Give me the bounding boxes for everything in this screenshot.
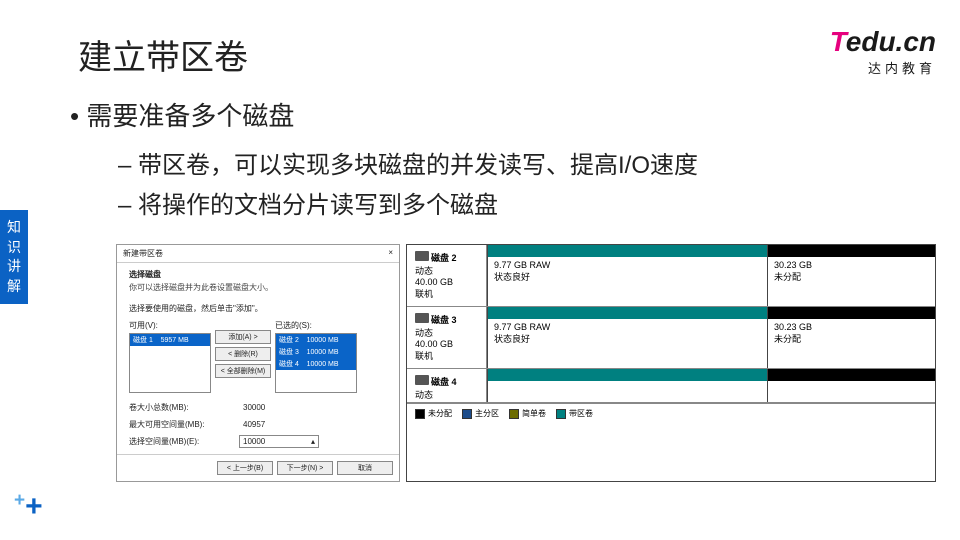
- unalloc-bar: [768, 245, 935, 257]
- spinner-icon[interactable]: ▴: [311, 437, 315, 446]
- dialog-heading: 选择磁盘: [129, 269, 387, 280]
- next-button[interactable]: 下一步(N) >: [277, 461, 333, 475]
- disk-size: 40.00 GB: [415, 277, 478, 287]
- disk-type: 动态: [415, 388, 478, 401]
- partition-unallocated[interactable]: 30.23 GB未分配: [767, 245, 935, 306]
- dialog-instruction: 选择要使用的磁盘，然后单击"添加"。: [129, 303, 387, 314]
- bullet-main: 需要准备多个磁盘: [70, 96, 294, 133]
- disk-row: 磁盘 3 动态 40.00 GB 联机 9.77 GB RAW状态良好 30.2…: [407, 307, 935, 369]
- side-tag: 知识讲解: [0, 210, 28, 304]
- brand-logo: Tedu.cn 达内教育: [830, 28, 936, 77]
- partition-unallocated[interactable]: [767, 369, 935, 402]
- disk-name: 磁盘 3: [431, 315, 457, 325]
- list-item[interactable]: 磁盘 4 10000 MB: [276, 358, 356, 370]
- max-label: 最大可用空间量(MB):: [129, 419, 239, 430]
- partition-striped[interactable]: [487, 369, 767, 402]
- disk-type: 动态: [415, 326, 478, 339]
- disk-icon: [415, 251, 429, 261]
- disk-manager: 磁盘 2 动态 40.00 GB 联机 9.77 GB RAW状态良好 30.2…: [406, 244, 936, 482]
- swatch-primary: [462, 409, 472, 419]
- disk-row: 磁盘 2 动态 40.00 GB 联机 9.77 GB RAW状态良好 30.2…: [407, 245, 935, 307]
- disk-type: 动态: [415, 264, 478, 277]
- partition-striped[interactable]: 9.77 GB RAW状态良好: [487, 245, 767, 306]
- list-item[interactable]: 磁盘 2 10000 MB: [276, 334, 356, 346]
- stripe-bar: [488, 245, 767, 257]
- close-icon[interactable]: ×: [388, 248, 393, 259]
- selected-list[interactable]: 磁盘 2 10000 MB 磁盘 3 10000 MB 磁盘 4 10000 M…: [275, 333, 357, 393]
- legend: 未分配 主分区 简单卷 带区卷: [407, 403, 935, 423]
- partition-unallocated[interactable]: 30.23 GB未分配: [767, 307, 935, 368]
- choose-label: 选择空间量(MB)(E):: [129, 436, 239, 447]
- wizard-dialog: 新建带区卷 × 选择磁盘 你可以选择磁盘并为此卷设置磁盘大小。 选择要使用的磁盘…: [116, 244, 400, 482]
- total-value: 30000: [239, 401, 319, 414]
- disk-status: 联机: [415, 349, 478, 362]
- remove-all-button[interactable]: < 全部删除(M): [215, 364, 271, 378]
- stripe-bar: [488, 369, 767, 381]
- dialog-note: 你可以选择磁盘并为此卷设置磁盘大小。: [129, 282, 387, 293]
- max-value: 40957: [239, 418, 319, 431]
- stripe-bar: [488, 307, 767, 319]
- remove-button[interactable]: < 删除(R): [215, 347, 271, 361]
- disk-status: 联机: [415, 287, 478, 300]
- total-label: 卷大小总数(MB):: [129, 402, 239, 413]
- selected-label: 已选的(S):: [275, 320, 357, 331]
- disk-name: 磁盘 2: [431, 253, 457, 263]
- unalloc-bar: [768, 369, 935, 381]
- swatch-striped: [556, 409, 566, 419]
- corner-icon: ++: [14, 490, 43, 524]
- disk-icon: [415, 375, 429, 385]
- swatch-unalloc: [415, 409, 425, 419]
- add-button[interactable]: 添加(A) >: [215, 330, 271, 344]
- slide-title: 建立带区卷: [78, 30, 248, 79]
- available-label: 可用(V):: [129, 320, 211, 331]
- disk-icon: [415, 313, 429, 323]
- swatch-simple: [509, 409, 519, 419]
- unalloc-bar: [768, 307, 935, 319]
- list-item[interactable]: 磁盘 1 5957 MB: [130, 334, 210, 346]
- prev-button[interactable]: < 上一步(B): [217, 461, 273, 475]
- partition-striped[interactable]: 9.77 GB RAW状态良好: [487, 307, 767, 368]
- disk-size: 40.00 GB: [415, 339, 478, 349]
- disk-name: 磁盘 4: [431, 377, 457, 387]
- cancel-button[interactable]: 取消: [337, 461, 393, 475]
- available-list[interactable]: 磁盘 1 5957 MB: [129, 333, 211, 393]
- size-input[interactable]: 10000▴: [239, 435, 319, 448]
- disk-row: 磁盘 4 动态: [407, 369, 935, 403]
- bullet-sub-1: 带区卷，可以实现多块磁盘的并发读写、提高I/O速度: [118, 145, 698, 180]
- list-item[interactable]: 磁盘 3 10000 MB: [276, 346, 356, 358]
- dialog-title: 新建带区卷: [123, 248, 163, 259]
- bullet-sub-2: 将操作的文档分片读写到多个磁盘: [118, 185, 498, 220]
